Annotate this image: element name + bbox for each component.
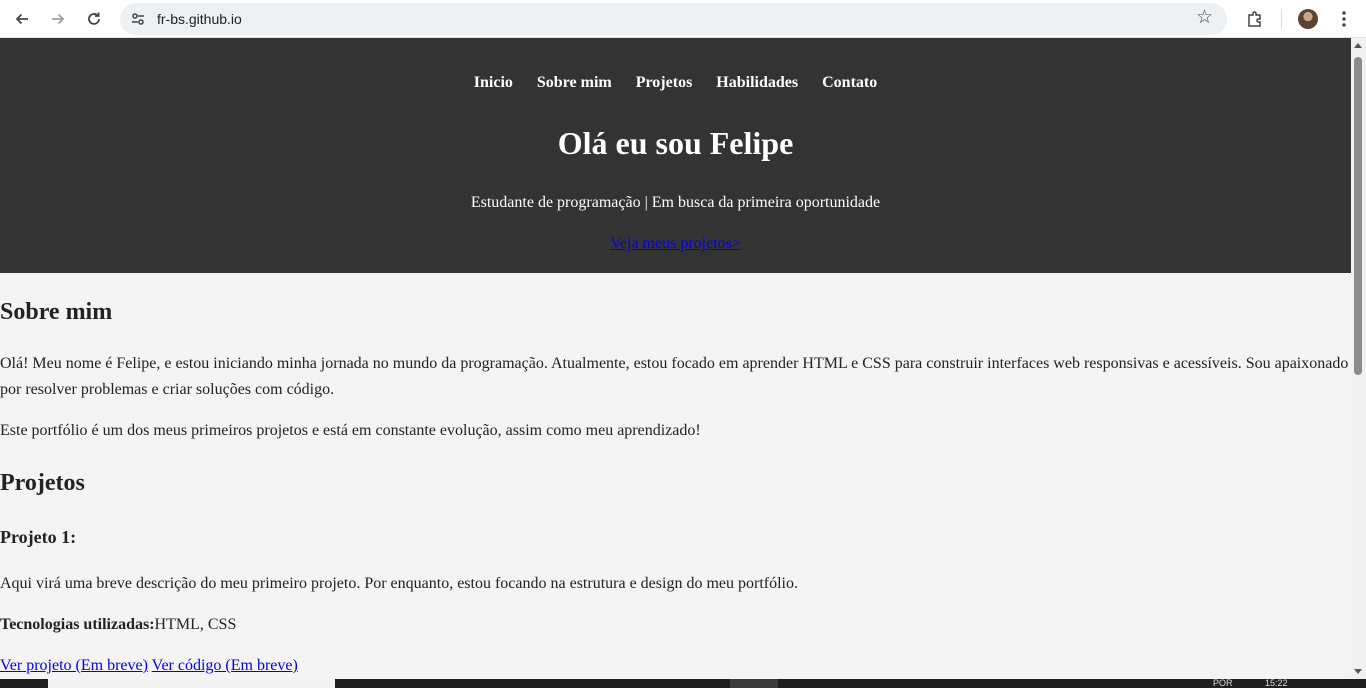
address-bar[interactable]: fr-bs.github.io ☆ (120, 3, 1227, 35)
nav-link-sobre-mim[interactable]: Sobre mim (537, 74, 612, 91)
page-scrollbar[interactable] (1351, 38, 1366, 679)
taskbar-app-browser[interactable] (730, 679, 778, 688)
taskbar-search-box[interactable] (48, 679, 335, 688)
about-paragraph-1: Olá! Meu nome é Felipe, e estou iniciand… (0, 355, 1349, 398)
nav-link-projetos[interactable]: Projetos (636, 74, 693, 91)
reload-button[interactable] (79, 4, 109, 34)
tech-label: Tecnologias utilizadas: (0, 616, 155, 633)
scrollbar-thumb[interactable] (1354, 57, 1362, 375)
tech-value: HTML, CSS (154, 616, 237, 633)
project-1-links: Ver projeto (Em breve) Ver código (Em br… (0, 653, 1351, 679)
puzzle-icon (1248, 11, 1261, 27)
top-navigation: Inicio Sobre mim Projetos Habilidades Co… (0, 74, 1351, 92)
extensions-button[interactable] (1242, 4, 1268, 34)
view-project-link[interactable]: Ver projeto (Em breve) (0, 657, 148, 674)
reload-icon (88, 12, 100, 25)
kebab-menu-icon (1342, 11, 1346, 27)
about-paragraph-2: Este portfólio é um dos meus primeiros p… (0, 422, 701, 439)
site-settings-button[interactable] (129, 10, 147, 28)
star-icon[interactable]: ☆ (1196, 8, 1213, 27)
scroll-up-icon[interactable] (1354, 43, 1362, 48)
browser-toolbar: fr-bs.github.io ☆ (0, 0, 1366, 38)
nav-link-contato[interactable]: Contato (822, 74, 877, 91)
browser-menu-button[interactable] (1332, 4, 1356, 34)
project-1-title: Projeto 1: (0, 527, 77, 547)
arrow-right-icon (52, 13, 65, 25)
tray-clock[interactable]: 15:22 (1265, 679, 1288, 688)
web-page: Inicio Sobre mim Projetos Habilidades Co… (0, 38, 1351, 679)
os-taskbar: POR 15:22 (0, 679, 1366, 688)
profile-avatar[interactable] (1298, 9, 1318, 29)
scroll-down-icon[interactable] (1354, 669, 1362, 674)
forward-button[interactable] (43, 4, 73, 34)
arrow-left-icon (15, 13, 28, 25)
url-text[interactable]: fr-bs.github.io (157, 11, 242, 27)
toolbar-divider (1281, 9, 1282, 29)
nav-link-inicio[interactable]: Inicio (474, 74, 513, 91)
back-button[interactable] (7, 4, 37, 34)
hero-header: Inicio Sobre mim Projetos Habilidades Co… (0, 38, 1351, 273)
tray-language[interactable]: POR (1213, 679, 1233, 688)
view-code-link[interactable]: Ver código (Em breve) (152, 657, 298, 674)
nav-link-habilidades[interactable]: Habilidades (716, 74, 798, 91)
project-1-technologies: Tecnologias utilizadas:HTML, CSS (0, 612, 1351, 638)
project-1-description: Aqui virá uma breve descrição do meu pri… (0, 575, 798, 592)
hero-title: Olá eu sou Felipe (557, 125, 794, 161)
projects-heading: Projetos (0, 470, 85, 496)
tune-icon (132, 13, 144, 25)
hero-tagline: Estudante de programação | Em busca da p… (470, 194, 881, 211)
about-heading: Sobre mim (0, 299, 113, 325)
view-projects-link[interactable]: Veja meus projetos> (610, 235, 741, 252)
